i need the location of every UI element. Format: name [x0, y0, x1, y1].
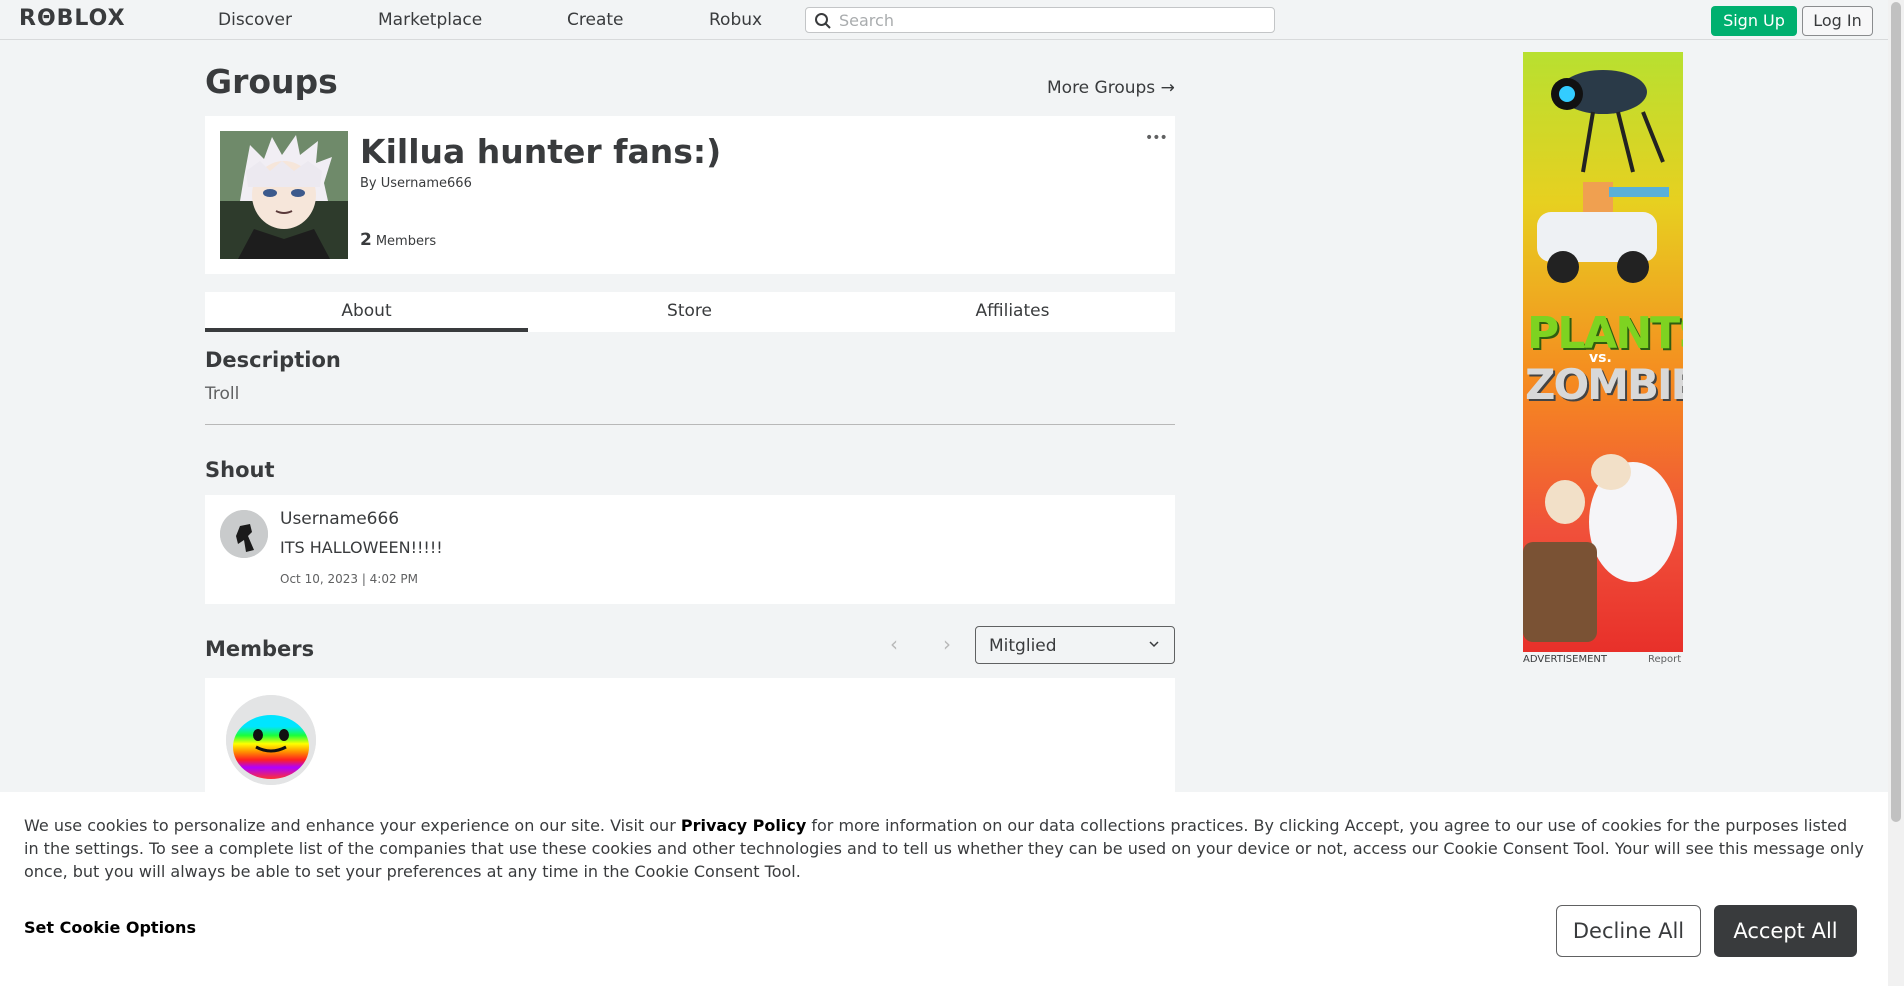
more-options-icon[interactable]: •••: [1145, 130, 1168, 146]
advertisement-banner[interactable]: PLANTS vs. ZOMBIES: [1523, 52, 1683, 652]
owner-link[interactable]: Username666: [381, 176, 472, 191]
section-divider: [205, 424, 1175, 425]
chevron-left-icon[interactable]: ‹: [890, 632, 898, 656]
nav-marketplace[interactable]: Marketplace: [378, 10, 482, 30]
cookie-consent-banner: We use cookies to personalize and enhanc…: [0, 792, 1888, 986]
cookie-text-before: We use cookies to personalize and enhanc…: [24, 816, 681, 835]
tab-about[interactable]: About: [205, 292, 528, 332]
accept-all-button[interactable]: Accept All: [1714, 905, 1857, 957]
log-in-button[interactable]: Log In: [1802, 6, 1873, 36]
group-tabs: About Store Affiliates: [205, 292, 1175, 332]
description-text: Troll: [205, 384, 240, 404]
top-navigation-bar: RΘBLOX Discover Marketplace Create Robux…: [0, 0, 1888, 40]
more-groups-link[interactable]: More Groups →: [1047, 78, 1175, 98]
role-select[interactable]: Mitglied: [975, 626, 1175, 664]
member-count-value: 2: [360, 230, 372, 250]
group-name: Killua hunter fans:): [360, 132, 722, 171]
nav-create[interactable]: Create: [567, 10, 624, 30]
member-count-label: Members: [375, 234, 437, 249]
advertisement-label: ADVERTISEMENT: [1523, 654, 1608, 665]
shout-heading: Shout: [205, 458, 275, 482]
chevron-down-icon: [1149, 641, 1159, 648]
avatar[interactable]: [226, 695, 316, 785]
search-input[interactable]: [839, 10, 1259, 30]
role-select-value: Mitglied: [989, 636, 1057, 656]
search-icon: [815, 13, 831, 29]
privacy-policy-link[interactable]: Privacy Policy: [681, 816, 806, 835]
page-title: Groups: [205, 62, 338, 101]
search-box[interactable]: [805, 7, 1275, 33]
group-owner: By Username666: [360, 176, 472, 191]
ad-title-zombies: ZOMBIES: [1525, 360, 1683, 409]
chevron-right-icon[interactable]: ›: [943, 632, 951, 656]
scrollbar-thumb[interactable]: [1891, 2, 1901, 822]
sign-up-button[interactable]: Sign Up: [1711, 6, 1797, 36]
group-member-count: 2 Members: [360, 230, 436, 250]
description-heading: Description: [205, 348, 341, 372]
group-header-card: Killua hunter fans:) By Username666 2 Mem…: [205, 116, 1175, 274]
shout-date: Oct 10, 2023 | 4:02 PM: [280, 572, 419, 586]
set-cookie-options-link[interactable]: Set Cookie Options: [24, 918, 196, 937]
shout-message: ITS HALLOWEEN!!!!!: [280, 538, 443, 557]
nav-discover[interactable]: Discover: [218, 10, 292, 30]
avatar[interactable]: [220, 510, 268, 558]
page-scrollbar[interactable]: [1888, 0, 1904, 986]
shout-username[interactable]: Username666: [280, 509, 399, 529]
owner-prefix: By: [360, 176, 377, 191]
members-list: [205, 678, 1175, 798]
tab-affiliates[interactable]: Affiliates: [851, 292, 1174, 332]
tab-store[interactable]: Store: [528, 292, 851, 332]
shout-card: Username666 ITS HALLOWEEN!!!!! Oct 10, 2…: [205, 495, 1175, 604]
ad-report-link[interactable]: Report: [1648, 654, 1681, 665]
cookie-text: We use cookies to personalize and enhanc…: [24, 814, 1864, 883]
decline-all-button[interactable]: Decline All: [1556, 905, 1701, 957]
group-emblem: [220, 131, 348, 259]
nav-robux[interactable]: Robux: [709, 10, 762, 30]
roblox-logo[interactable]: RΘBLOX: [19, 6, 126, 31]
members-heading: Members: [205, 637, 315, 661]
